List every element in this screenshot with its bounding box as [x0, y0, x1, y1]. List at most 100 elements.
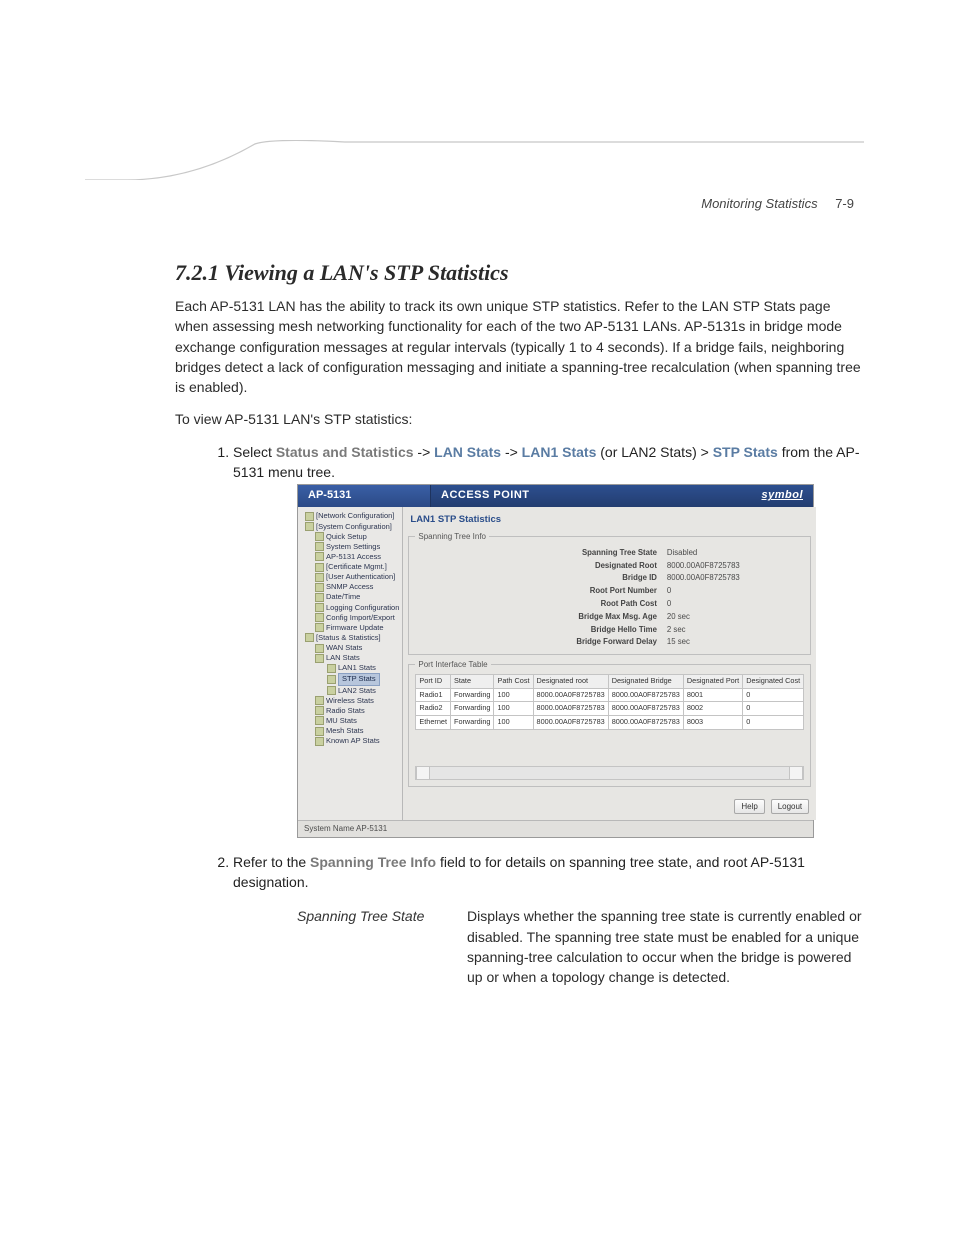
- tree-item[interactable]: [Network Configuration]: [301, 511, 399, 521]
- table-header-cell: Designated Bridge: [608, 675, 683, 689]
- table-header-cell: Designated root: [533, 675, 608, 689]
- table-cell: Forwarding: [450, 688, 494, 702]
- tree-item[interactable]: Quick Setup: [301, 532, 399, 542]
- tree-item-label: SNMP Access: [326, 582, 373, 591]
- table-cell: 8000.00A0F8725783: [533, 702, 608, 716]
- status-bar: System Name AP-5131: [298, 820, 813, 837]
- table-cell: 8002: [683, 702, 742, 716]
- tree-item[interactable]: LAN Stats: [301, 653, 399, 663]
- spanning-tree-info-list: Spanning Tree StateDisabledDesignated Ro…: [480, 547, 740, 648]
- spanning-tree-info-group: Spanning Tree Info Spanning Tree StateDi…: [408, 531, 811, 654]
- logout-button[interactable]: Logout: [771, 799, 809, 815]
- table-cell: Radio2: [416, 702, 451, 716]
- tree-item[interactable]: [Certificate Mgmt.]: [301, 562, 399, 572]
- tree-item-icon: [315, 716, 324, 725]
- info-value: 8000.00A0F8725783: [667, 572, 740, 583]
- info-key: Bridge Forward Delay: [480, 636, 657, 647]
- tree-item-icon: [315, 603, 324, 612]
- table-header-cell: State: [450, 675, 494, 689]
- tree-item-label: MU Stats: [326, 716, 357, 725]
- tree-item[interactable]: Firmware Update: [301, 623, 399, 633]
- tree-item-label: Wireless Stats: [326, 696, 374, 705]
- tree-item-icon: [315, 613, 324, 622]
- tree-item-icon: [315, 552, 324, 561]
- tree-item-icon: [305, 633, 314, 642]
- tree-item-icon: [315, 563, 324, 572]
- info-value: 20 sec: [667, 611, 740, 622]
- tree-item[interactable]: [System Configuration]: [301, 522, 399, 532]
- port-interface-table: Port IDStatePath CostDesignated rootDesi…: [415, 674, 804, 729]
- tree-item-label: [Certificate Mgmt.]: [326, 562, 387, 571]
- table-cell: 100: [494, 702, 533, 716]
- tree-item[interactable]: SNMP Access: [301, 582, 399, 592]
- nav-path-1: Status and Statistics: [276, 444, 414, 460]
- info-key: Designated Root: [480, 560, 657, 571]
- info-key: Root Port Number: [480, 585, 657, 596]
- tree-item-label: [Status & Statistics]: [316, 633, 381, 642]
- tree-item-icon: [315, 573, 324, 582]
- table-header-cell: Path Cost: [494, 675, 533, 689]
- tree-item-icon: [315, 654, 324, 663]
- table-cell: Forwarding: [450, 715, 494, 729]
- screenshot-stp-stats: AP-5131 ACCESS POINT symbol [Network Con…: [297, 484, 814, 837]
- window-titlebar: AP-5131 ACCESS POINT symbol: [298, 485, 813, 507]
- help-button[interactable]: Help: [734, 799, 764, 815]
- tree-item[interactable]: Radio Stats: [301, 706, 399, 716]
- tree-item[interactable]: LAN2 Stats: [301, 686, 399, 696]
- tree-item-label: WAN Stats: [326, 643, 362, 652]
- tree-item-label: Known AP Stats: [326, 736, 380, 745]
- paragraph-intro: Each AP-5131 LAN has the ability to trac…: [175, 296, 864, 397]
- tree-item-label: System Settings: [326, 542, 380, 551]
- tree-item[interactable]: AP-5131 Access: [301, 552, 399, 562]
- tree-item-icon: [315, 623, 324, 632]
- table-row: EthernetForwarding1008000.00A0F872578380…: [416, 715, 804, 729]
- steps-list: Select Status and Statistics -> LAN Stat…: [205, 442, 864, 988]
- table-row: Radio1Forwarding1008000.00A0F87257838000…: [416, 688, 804, 702]
- panel-title: LAN1 STP Statistics: [408, 511, 811, 531]
- tree-item-icon: [315, 727, 324, 736]
- table-cell: 0: [743, 688, 804, 702]
- info-key: Bridge Max Msg. Age: [480, 611, 657, 622]
- tree-item[interactable]: Logging Configuration: [301, 603, 399, 613]
- tree-item[interactable]: WAN Stats: [301, 643, 399, 653]
- step-1: Select Status and Statistics -> LAN Stat…: [233, 442, 864, 838]
- tree-item[interactable]: System Settings: [301, 542, 399, 552]
- tree-item[interactable]: Known AP Stats: [301, 736, 399, 746]
- window-title-mid: ACCESS POINT: [431, 488, 761, 504]
- tree-item[interactable]: [User Authentication]: [301, 572, 399, 582]
- tree-item-icon: [327, 686, 336, 695]
- tree-item[interactable]: Config Import/Export: [301, 613, 399, 623]
- info-key: Bridge ID: [480, 572, 657, 583]
- table-cell: 8000.00A0F8725783: [533, 715, 608, 729]
- table-cell: Forwarding: [450, 702, 494, 716]
- tree-item[interactable]: STP Stats: [301, 673, 399, 685]
- table-cell: 8003: [683, 715, 742, 729]
- tree-item[interactable]: Date/Time: [301, 592, 399, 602]
- info-value: 2 sec: [667, 624, 740, 635]
- page-header-text: Monitoring Statistics 7-9: [701, 196, 854, 211]
- table-cell: 0: [743, 702, 804, 716]
- tree-item-label: Logging Configuration: [326, 603, 399, 612]
- tree-item-icon: [327, 664, 336, 673]
- tree-item[interactable]: [Status & Statistics]: [301, 633, 399, 643]
- table-cell: 100: [494, 715, 533, 729]
- tree-item-icon: [315, 593, 324, 602]
- table-cell: 8000.00A0F8725783: [608, 715, 683, 729]
- tree-item-label: [Network Configuration]: [316, 511, 394, 520]
- nav-path-2: LAN Stats: [434, 444, 501, 460]
- nav-tree[interactable]: [Network Configuration] [System Configura…: [298, 507, 403, 820]
- tree-item[interactable]: MU Stats: [301, 716, 399, 726]
- main-panel: LAN1 STP Statistics Spanning Tree Info S…: [403, 507, 816, 820]
- horizontal-scrollbar[interactable]: [415, 766, 804, 780]
- info-key: Root Path Cost: [480, 598, 657, 609]
- tree-item[interactable]: Mesh Stats: [301, 726, 399, 736]
- table-cell: 8000.00A0F8725783: [608, 702, 683, 716]
- tree-item-icon: [315, 706, 324, 715]
- info-value: 0: [667, 598, 740, 609]
- table-cell: 8001: [683, 688, 742, 702]
- tree-item-icon: [327, 675, 336, 684]
- table-cell: 100: [494, 688, 533, 702]
- tree-item[interactable]: LAN1 Stats: [301, 663, 399, 673]
- table-cell: Ethernet: [416, 715, 451, 729]
- tree-item[interactable]: Wireless Stats: [301, 696, 399, 706]
